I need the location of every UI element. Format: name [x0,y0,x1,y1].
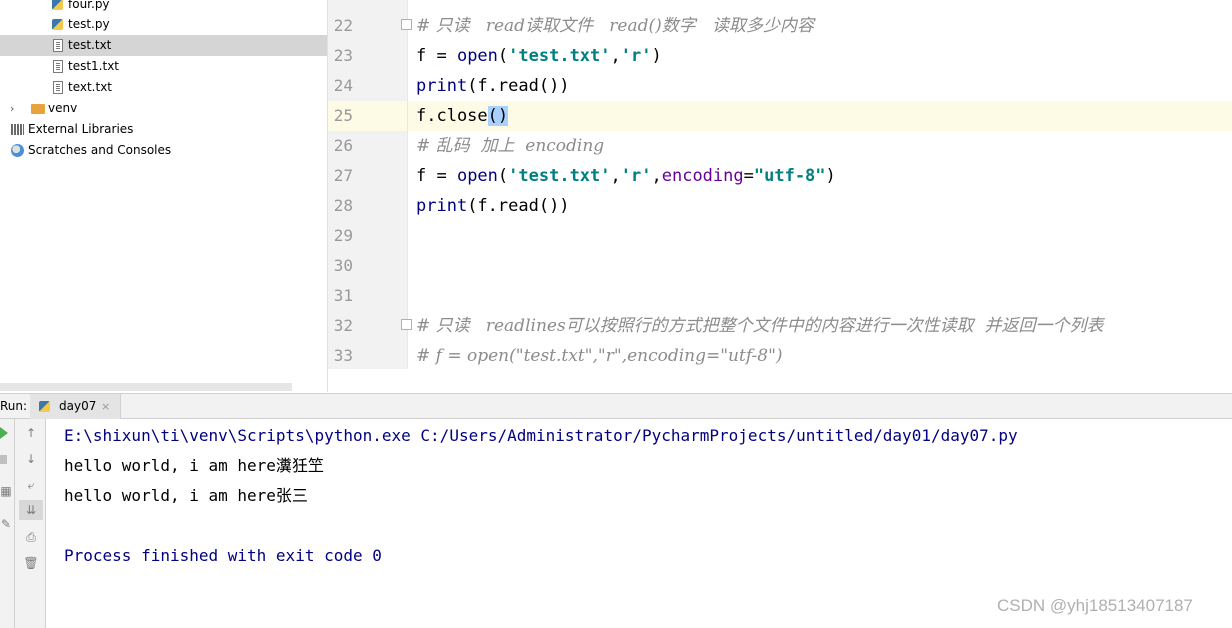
python-icon [39,401,50,412]
code-token: f = [416,46,457,66]
fold-icon[interactable] [401,19,412,30]
tree-item-test1-txt[interactable]: test1.txt [0,56,327,77]
tree-item-test-py[interactable]: test.py [0,14,327,35]
line-number: 29 [333,226,353,245]
console-line: E:\shixun\ti\venv\Scripts\python.exe C:/… [64,426,1018,445]
code-line-23: f = open('test.txt','r') [416,41,662,71]
code-token: , [610,46,621,66]
code-token: print [416,196,468,216]
comment: # f = open("test.txt","r",encoding="utf-… [416,346,783,366]
arrow-up-icon[interactable]: ↑ [19,423,43,443]
comment: # 乱码 加上 encoding [416,136,605,156]
line-number: 33 [333,346,353,365]
tree-item-venv[interactable]: › venv [0,98,327,119]
tree-item-label: External Libraries [28,122,134,136]
text-file-icon [53,60,63,73]
watermark: CSDN @yhj18513407187 [997,596,1193,615]
code-line-24: print(f.read()) [416,71,570,101]
tree-item-label: venv [48,101,78,115]
chevron-right-icon[interactable]: › [10,98,14,119]
line-number: 31 [333,286,353,305]
code-token: 'r' [620,46,652,66]
project-panel: four.py test.py test.txt test1.txt text.… [0,0,328,392]
code-token: 'test.txt' [508,166,611,186]
tree-item-text-txt[interactable]: text.txt [0,77,327,98]
code-token: (f.read()) [467,76,570,96]
tree-item-label: text.txt [68,80,113,94]
text-file-icon [53,81,63,94]
code-line-26: # 乱码 加上 encoding [416,131,604,161]
scratches-icon [11,144,24,157]
stop-icon[interactable] [0,455,7,464]
run-toolbar: Run: day07 × [0,393,1232,419]
tree-item-label: Scratches and Consoles [28,143,172,157]
code-token: ) [651,46,662,66]
line-number: 22 [333,16,353,35]
line-number: 30 [333,256,353,275]
line-number: 26 [333,136,353,155]
soft-wrap-icon[interactable]: ⤶ [19,475,43,495]
gutter-divider [407,0,408,369]
comment: # 只读 read读取文件 read()数字 读取多少内容 [416,16,814,36]
code-token: "utf-8" [753,166,826,186]
horizontal-scrollbar[interactable] [0,383,292,391]
code-token: = [743,166,754,186]
fold-icon[interactable] [401,319,412,330]
run-tab-day07[interactable]: day07 × [30,394,121,419]
close-icon[interactable]: × [101,394,110,419]
tree-item-label: test1.txt [68,59,120,73]
line-number: 25 [333,106,353,125]
console-line: hello world, i am here瀵狅笁 [64,456,324,475]
code-token: encoding [661,166,744,186]
code-token: f.close [416,106,488,126]
code-line-28: print(f.read()) [416,191,570,221]
tree-item-four-py[interactable]: four.py [0,0,327,15]
console-line: hello world, i am here张三 [64,486,308,505]
folder-icon [31,104,45,114]
code-token: (f.read()) [467,196,570,216]
code-token: ) [825,166,836,186]
tree-item-external-libraries[interactable]: External Libraries [0,119,327,140]
tree-item-test-txt[interactable]: test.txt [0,35,327,56]
code-line-27: f = open('test.txt','r',encoding="utf-8"… [416,161,836,191]
code-token: open [456,46,498,66]
code-token: print [416,76,468,96]
line-number: 24 [333,76,353,95]
arrow-down-icon[interactable]: ↓ [19,449,43,469]
code-token: f = [416,166,457,186]
code-line-32: # 只读 readlines可以按照行的方式把整个文件中的内容进行一次性读取 并… [416,311,1103,341]
code-token: 'test.txt' [508,46,611,66]
run-tab-label: day07 [59,399,97,413]
code-line-25: f.close() [416,101,509,131]
code-token: , [651,166,662,186]
tree-item-scratches[interactable]: Scratches and Consoles [0,140,327,161]
code-token: , [610,166,621,186]
tree-item-label: test.txt [68,38,112,52]
scroll-to-end-icon[interactable]: ⇊ [19,500,43,520]
code-line-33: # f = open("test.txt","r",encoding="utf-… [416,341,783,369]
code-line-22: # 只读 read读取文件 read()数字 读取多少内容 [416,11,814,41]
python-file-icon [52,19,63,30]
line-number: 27 [333,166,353,185]
line-number: 23 [333,46,353,65]
print-icon[interactable]: ⎙ [19,527,43,547]
code-token: ( [497,166,509,186]
code-token: () [487,106,509,126]
code-token: 'r' [620,166,652,186]
code-token: ( [497,46,509,66]
line-number: 32 [333,316,353,335]
trash-icon[interactable]: 🗑 [19,553,43,573]
text-file-icon [53,39,63,52]
code-editor[interactable]: 22 23 24 25 26 27 28 29 30 31 32 33 # 只读… [328,0,1232,369]
library-icon [11,124,24,135]
console-line: Process finished with exit code 0 [64,546,382,565]
python-file-icon [52,0,63,10]
comment: # 只读 readlines可以按照行的方式把整个文件中的内容进行一次性读取 并… [416,316,1104,336]
tree-item-label: four.py [68,0,110,11]
line-number: 28 [333,196,353,215]
rerun-icon[interactable] [0,427,8,439]
run-label: Run: [0,399,28,413]
tree-item-label: test.py [68,17,110,31]
code-token: open [456,166,498,186]
